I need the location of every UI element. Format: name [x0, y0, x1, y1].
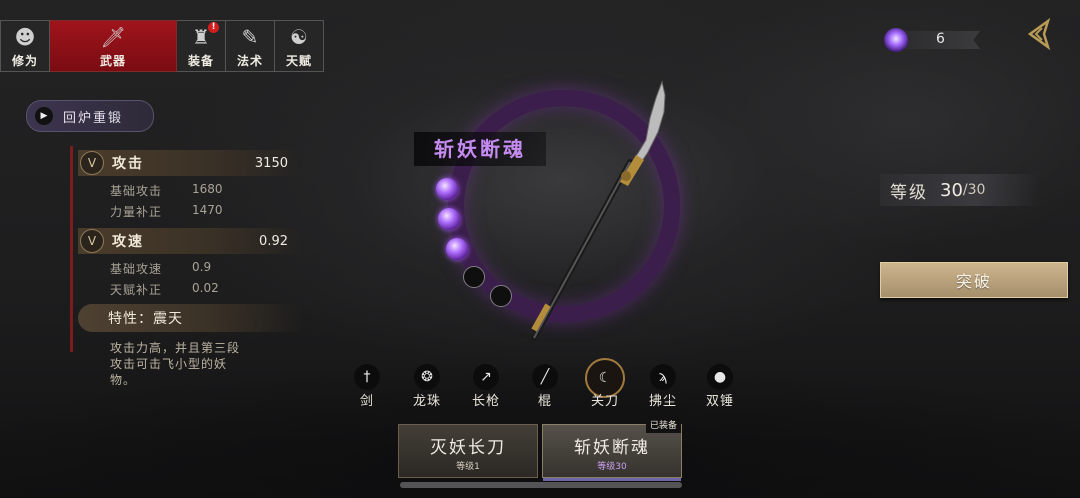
card-weapon-name: 斩妖断魂 [574, 438, 650, 458]
breakthrough-button[interactable]: 突破 [880, 262, 1068, 298]
hammer-icon: ● [707, 364, 733, 390]
weapon-type-label: 剑 [359, 394, 374, 409]
weapon-type-glaive[interactable]: ☾ 关刀 [580, 358, 630, 412]
card-weapon-name: 灭妖长刀 [430, 438, 506, 458]
weapon-type-label: 龙珠 [412, 394, 441, 409]
level-label: 等级 [890, 182, 928, 203]
spear-icon: ↗ [473, 364, 499, 390]
staff-icon: ╱ [532, 364, 558, 390]
sword-icon: † [354, 364, 380, 390]
level-display: 等级 30 /30 [880, 174, 1040, 206]
weapon-type-sword[interactable]: † 剑 [342, 362, 392, 412]
weapon-type-dragon-orb[interactable]: ❂ 龙珠 [402, 362, 452, 412]
weapon-type-label: 拂尘 [648, 394, 677, 409]
weapon-type-label: 棍 [537, 394, 552, 409]
weapon-card-equipped[interactable]: 已装备 斩妖断魂 等级30 [542, 419, 682, 481]
breakthrough-label: 突破 [955, 272, 992, 291]
weapon-type-staff[interactable]: ╱ 棍 [520, 362, 570, 412]
scrollbar-thumb[interactable] [400, 482, 682, 488]
weapon-type-spear[interactable]: ↗ 长枪 [461, 362, 511, 412]
weapon-type-bar: † 剑 ❂ 龙珠 ↗ 长枪 ╱ 棍 ☾ 关刀 ϡ 拂尘 ● 双锤 [350, 358, 750, 412]
equipped-tag: 已装备 [645, 419, 681, 433]
weapon-type-label: 双锤 [705, 394, 734, 409]
weapon-card-list: 灭妖长刀 等级1 已装备 斩妖断魂 等级30 [398, 419, 688, 490]
whisk-icon: ϡ [650, 364, 676, 390]
weapon-type-hammer[interactable]: ● 双锤 [695, 362, 745, 412]
weapon-type-label: 长枪 [471, 394, 500, 409]
weapon-type-whisk[interactable]: ϡ 拂尘 [638, 362, 688, 412]
weapon-type-label: 关刀 [590, 394, 619, 409]
weapon-card[interactable]: 灭妖长刀 等级1 [398, 424, 538, 478]
level-max: /30 [962, 182, 986, 198]
dragon-icon: ❂ [414, 364, 440, 390]
card-weapon-level: 等级30 [597, 462, 627, 472]
card-weapon-level: 等级1 [456, 462, 480, 472]
card-selected-bar [543, 478, 681, 481]
card-scrollbar[interactable] [400, 482, 682, 488]
level-current: 30 [940, 179, 963, 201]
